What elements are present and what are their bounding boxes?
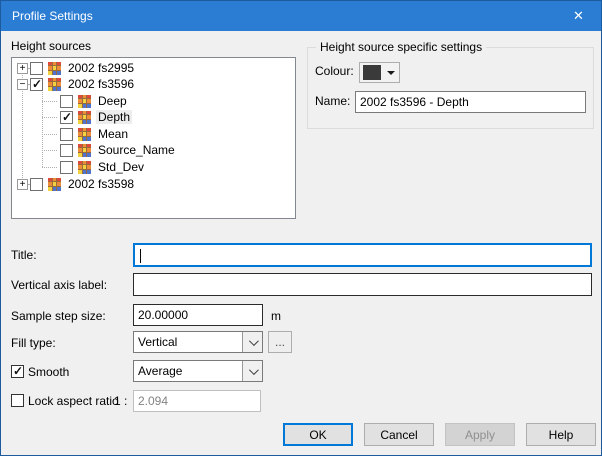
smooth-label: Smooth [28, 365, 69, 379]
cancel-button[interactable]: Cancel [364, 423, 434, 446]
specific-settings-group-title: Height source specific settings [316, 40, 486, 54]
colour-label: Colour: [315, 64, 354, 78]
tree-item-label-selected: Depth [96, 110, 132, 124]
tree-item-label: 2002 fs3598 [66, 177, 136, 191]
chevron-down-icon [242, 361, 262, 381]
tree-item-label: 2002 fs2995 [66, 61, 136, 75]
profile-settings-dialog: Profile Settings ✕ Height sources + 2002… [0, 0, 602, 456]
chevron-down-icon [242, 332, 262, 352]
tree-row-deep[interactable]: Deep [12, 93, 293, 109]
expand-icon[interactable]: + [17, 179, 28, 190]
name-label: Name: [315, 94, 350, 108]
text-caret [140, 249, 141, 263]
height-sources-tree[interactable]: + 2002 fs2995 − ✓ 2002 fs3596 Deep [11, 57, 296, 219]
tree-row-source-name[interactable]: Source_Name [12, 142, 293, 158]
specific-settings-group: Height source specific settings Colour: … [307, 47, 594, 129]
raster-layer-icon [78, 128, 91, 141]
sample-step-unit: m [271, 309, 281, 323]
title-input[interactable] [133, 243, 592, 267]
title-label: Title: [11, 248, 37, 262]
expand-icon[interactable]: + [17, 63, 28, 74]
fill-type-label: Fill type: [11, 336, 56, 350]
tree-item-label: Deep [96, 94, 129, 108]
chevron-down-icon [387, 71, 395, 75]
ratio-prefix-label: 1 : [114, 394, 127, 408]
raster-layer-icon [78, 144, 91, 157]
tree-checkbox[interactable] [60, 144, 73, 157]
tree-checkbox[interactable] [60, 128, 73, 141]
apply-button: Apply [445, 423, 515, 446]
smooth-checkbox[interactable]: ✓ [11, 365, 24, 378]
smooth-method-select[interactable]: Average [133, 360, 263, 382]
window-title: Profile Settings [12, 9, 93, 23]
vertical-axis-input[interactable] [133, 273, 592, 296]
ok-button[interactable]: OK [283, 423, 353, 446]
colour-dropdown[interactable] [359, 62, 400, 83]
raster-layer-icon [78, 161, 91, 174]
sample-step-label: Sample step size: [11, 309, 106, 323]
raster-layer-icon [78, 111, 91, 124]
close-button[interactable]: ✕ [556, 1, 601, 31]
sample-step-input[interactable] [133, 304, 263, 326]
colour-swatch [363, 65, 381, 80]
name-input[interactable] [355, 91, 586, 113]
tree-item-label: Std_Dev [96, 160, 146, 174]
help-button[interactable]: Help [526, 423, 596, 446]
tree-checkbox-checked[interactable]: ✓ [30, 78, 43, 91]
lock-aspect-ratio-label: Lock aspect ratio [28, 394, 119, 408]
smooth-method-value: Average [134, 364, 242, 378]
raster-layer-icon [78, 95, 91, 108]
raster-layer-icon [48, 62, 61, 75]
fill-type-value: Vertical [134, 335, 242, 349]
tree-row-mean[interactable]: Mean [12, 126, 293, 142]
height-sources-label: Height sources [11, 39, 91, 53]
fill-type-select[interactable]: Vertical [133, 331, 263, 353]
tree-item-label: Mean [96, 127, 130, 141]
ratio-input [133, 390, 261, 412]
tree-checkbox-checked[interactable]: ✓ [60, 111, 73, 124]
tree-item-label: 2002 fs3596 [66, 77, 136, 91]
fill-type-more-button[interactable]: ... [268, 331, 292, 353]
collapse-icon[interactable]: − [17, 79, 28, 90]
raster-layer-icon [48, 78, 61, 91]
tree-checkbox[interactable] [60, 95, 73, 108]
close-icon: ✕ [573, 8, 584, 24]
tree-checkbox[interactable] [60, 161, 73, 174]
tree-row-fs3596[interactable]: − ✓ 2002 fs3596 [12, 76, 293, 92]
tree-item-label: Source_Name [96, 143, 177, 157]
tree-checkbox[interactable] [30, 62, 43, 75]
titlebar[interactable]: Profile Settings [1, 1, 601, 31]
lock-aspect-ratio-checkbox[interactable] [11, 394, 24, 407]
tree-row-fs2995[interactable]: + 2002 fs2995 [12, 60, 293, 76]
tree-row-fs3598[interactable]: + 2002 fs3598 [12, 176, 293, 192]
tree-row-std-dev[interactable]: Std_Dev [12, 159, 293, 175]
raster-layer-icon [48, 178, 61, 191]
tree-checkbox[interactable] [30, 178, 43, 191]
vertical-axis-label: Vertical axis label: [11, 278, 107, 292]
tree-row-depth[interactable]: ✓ Depth [12, 109, 293, 125]
